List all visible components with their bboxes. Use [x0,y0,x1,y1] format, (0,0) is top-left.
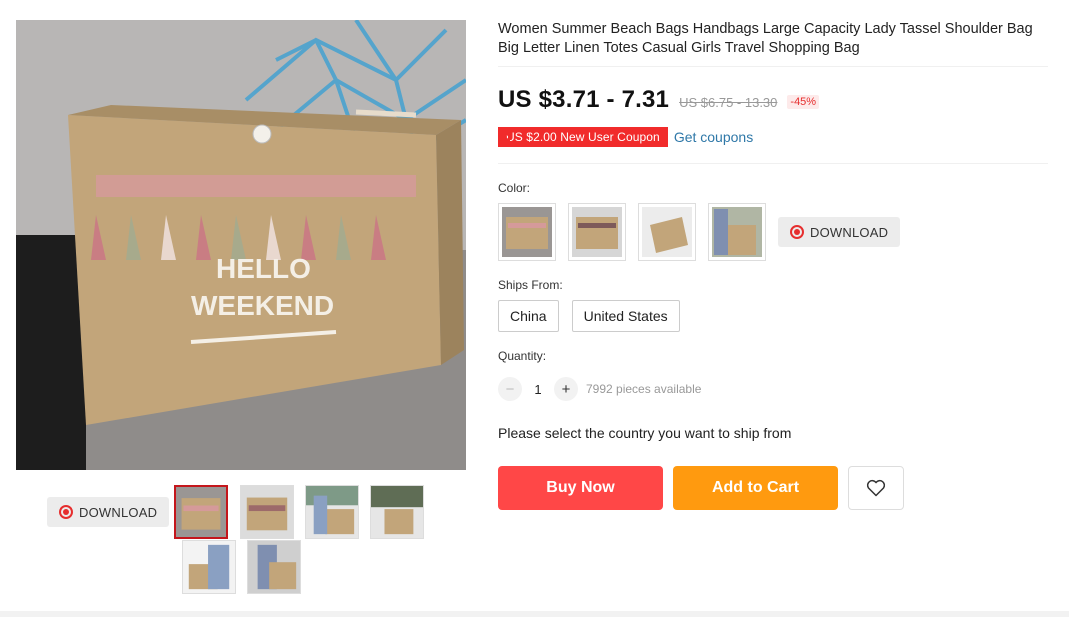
thumbnail-2[interactable] [240,485,294,539]
main-product-image[interactable]: HELLO WEEKEND [16,20,466,470]
color-swatches [498,203,766,261]
thumbnail-6[interactable] [247,540,301,594]
pieces-available: 7992 pieces available [586,382,702,396]
color-label: Color: [498,181,531,195]
ships-from-label: Ships From: [498,278,563,292]
gallery-download-label: DOWNLOAD [79,504,158,520]
original-price: US $6.75 - 13.30 [679,95,778,110]
thumbnail-4[interactable] [370,485,424,539]
color-swatch-1[interactable] [498,203,556,261]
quantity-increase-button[interactable]: + [554,377,578,401]
ships-from-united-states[interactable]: United States [571,300,680,332]
quantity-label: Quantity: [498,349,547,363]
new-user-coupon-badge: US $2.00 New User Coupon [498,127,668,147]
coupon-divider [498,163,1048,164]
current-price: US $3.71 - 7.31 [498,86,670,113]
quantity-value[interactable]: 1 [522,382,554,397]
buy-now-button[interactable]: Buy Now [498,466,663,510]
title-divider [498,66,1048,67]
wishlist-button[interactable] [848,466,904,510]
thumbnail-3[interactable] [305,485,359,539]
page-bottom-divider [0,611,1069,617]
coupon-row: US $2.00 New User Coupon Get coupons [498,127,753,147]
add-to-cart-button[interactable]: Add to Cart [673,466,838,510]
discount-badge: -45% [787,95,820,109]
heart-outline-icon [866,479,886,497]
ships-from-options: China United States [498,300,680,332]
color-swatch-2[interactable] [568,203,626,261]
bag-print-line2: WEEKEND [191,290,334,321]
color-download-button[interactable]: DOWNLOAD [778,217,901,247]
color-swatch-3[interactable] [638,203,696,261]
thumbnail-1[interactable] [174,485,228,539]
ships-from-china[interactable]: China [498,300,559,332]
get-coupons-link[interactable]: Get coupons [674,129,753,145]
color-swatch-4[interactable] [708,203,766,261]
product-title: Women Summer Beach Bags Handbags Large C… [498,21,1033,56]
bag-print-line1: HELLO [216,253,311,284]
price-row: US $3.71 - 7.31 US $6.75 - 13.30 -45% [498,86,820,114]
shipping-country-note: Please select the country you want to sh… [498,425,792,441]
target-icon [790,225,804,239]
color-download-label: DOWNLOAD [810,224,889,240]
target-icon [59,505,73,519]
thumbnail-5[interactable] [182,540,236,594]
quantity-decrease-button[interactable]: − [498,377,522,401]
gallery-download-button[interactable]: DOWNLOAD [47,497,170,527]
quantity-stepper: − 1 + 7992 pieces available [498,377,701,401]
